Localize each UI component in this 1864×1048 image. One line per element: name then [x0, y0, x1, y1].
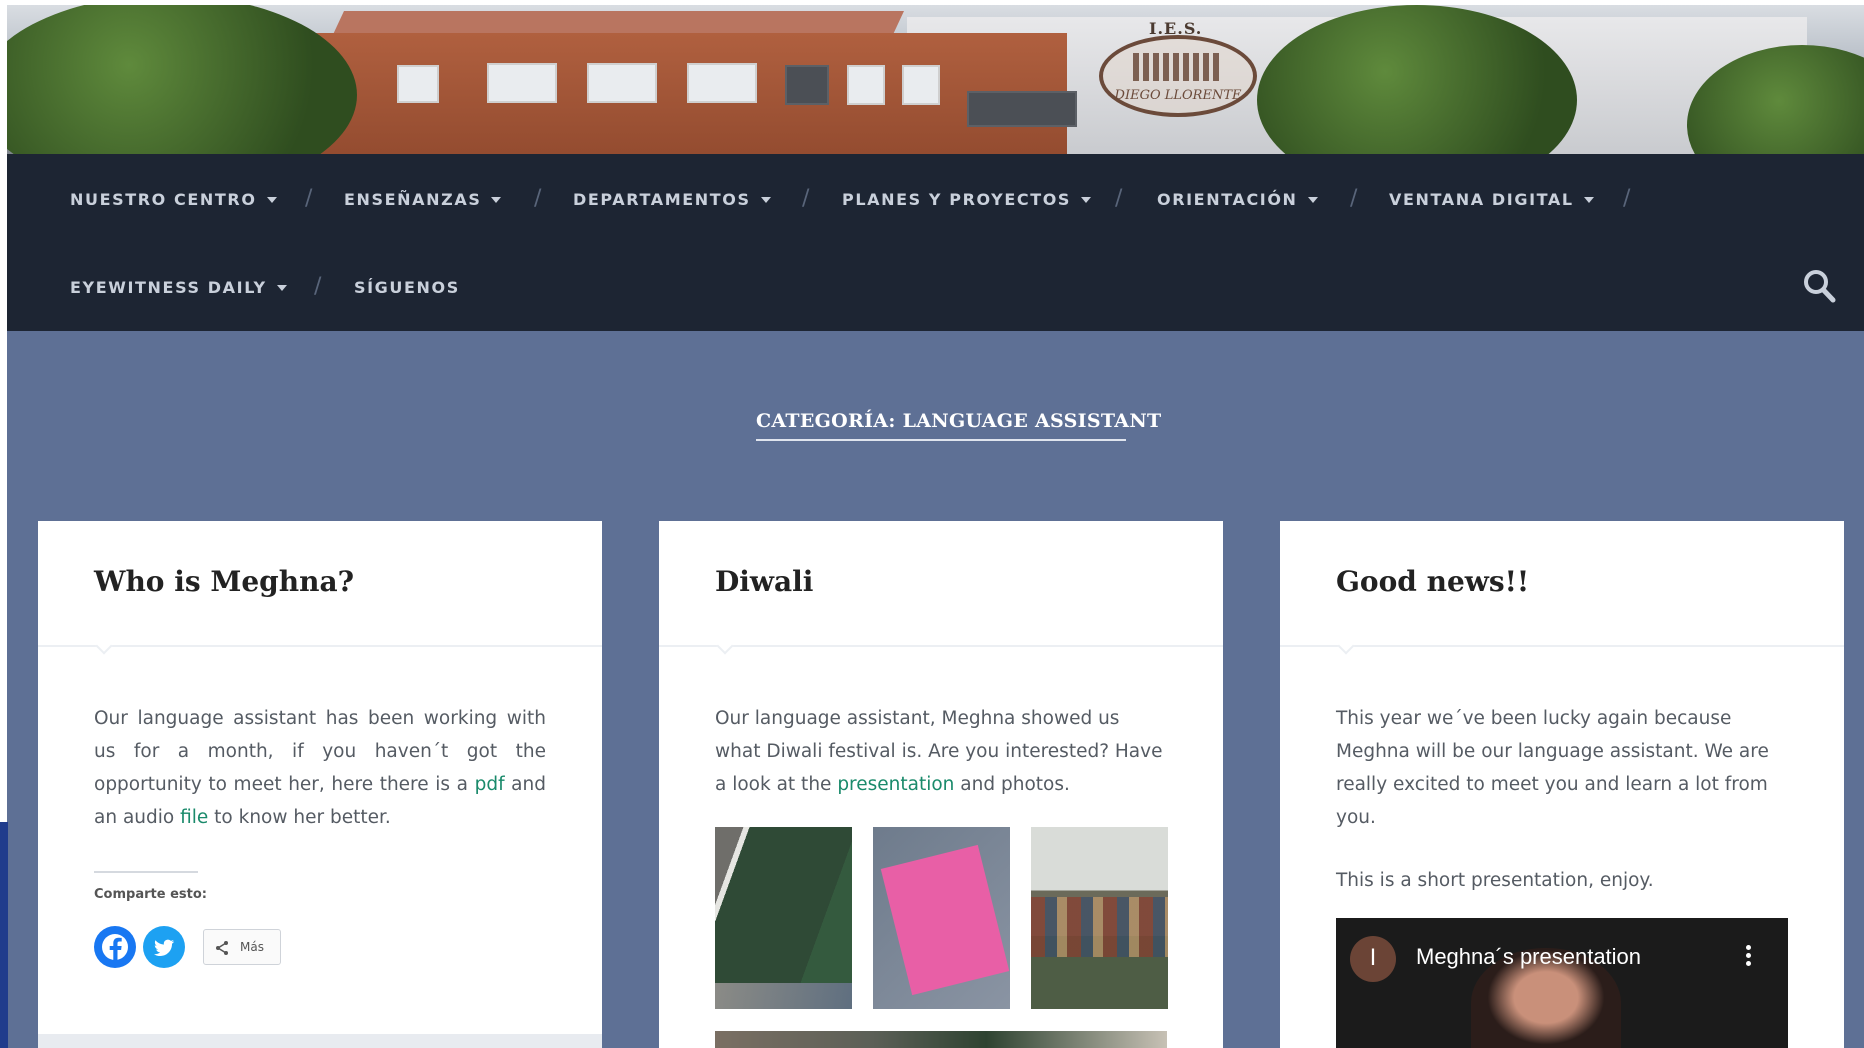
post-title[interactable]: Who is Meghna? — [94, 565, 354, 598]
banner-window — [847, 65, 885, 105]
post-card-diwali: Diwali Our language assistant, Meghna sh… — [659, 521, 1223, 1048]
photo-students — [1031, 897, 1168, 957]
card-divider — [1280, 645, 1844, 647]
nav-item-label: EYEWITNESS DAILY — [70, 278, 267, 297]
nav-item-label: NUESTRO CENTRO — [70, 190, 257, 209]
caret-down-icon — [266, 196, 277, 203]
caret-down-icon — [491, 196, 502, 203]
twitter-icon — [154, 939, 174, 956]
card-divider — [659, 645, 1223, 647]
nav-item-eyewitness-daily[interactable]: EYEWITNESS DAILY — [70, 276, 287, 300]
nav-separator: / — [1115, 186, 1123, 211]
nav-separator: / — [1623, 186, 1631, 211]
nav-separator: / — [1350, 186, 1358, 211]
photo-thumbnail-blackboard[interactable] — [715, 827, 852, 1009]
caret-down-icon — [1307, 196, 1318, 203]
share-icon — [216, 941, 228, 955]
banner-window — [967, 91, 1077, 127]
post-excerpt: Our language assistant has been working … — [94, 702, 546, 834]
nav-item-label: ORIENTACIÓN — [1157, 190, 1298, 209]
category-title: CATEGORÍA: LANGUAGE ASSISTANT — [756, 410, 1162, 432]
presentation-link[interactable]: presentation — [837, 774, 954, 795]
post-text: to know her better. — [208, 807, 391, 828]
more-share-label: Más — [240, 940, 264, 954]
banner-window — [587, 63, 657, 103]
photo-floor — [715, 983, 852, 1009]
post-text: and photos. — [954, 774, 1070, 795]
photo-pink-card — [880, 844, 1010, 996]
header-banner-image[interactable]: I.E.S. DIEGO LLORENTE — [7, 5, 1864, 154]
channel-avatar[interactable]: I — [1350, 936, 1396, 982]
caret-down-icon — [1583, 196, 1594, 203]
nav-item-label: PLANES Y PROYECTOS — [842, 190, 1072, 209]
banner-window — [487, 63, 557, 103]
category-title-underline — [756, 439, 1126, 441]
nav-item-label: VENTANA DIGITAL — [1389, 190, 1574, 209]
caret-down-icon — [1081, 196, 1092, 203]
nav-separator: / — [534, 186, 542, 211]
photo-thumbnail-partial[interactable] — [715, 1031, 1167, 1048]
banner-window — [397, 65, 439, 103]
nav-separator: / — [305, 186, 313, 211]
nav-item-departamentos[interactable]: DEPARTAMENTOS — [573, 188, 771, 212]
logo-building-icon — [1133, 53, 1223, 81]
post-title[interactable]: Good news!! — [1336, 565, 1529, 598]
photo-thumbnail-classroom[interactable] — [1031, 827, 1168, 1009]
search-icon[interactable] — [1802, 268, 1836, 304]
post-card-good-news: Good news!! This year we´ve been lucky a… — [1280, 521, 1844, 1048]
more-share-button[interactable]: Más — [203, 929, 281, 965]
pdf-link[interactable]: pdf — [475, 774, 505, 795]
nav-item-planes-y-proyectos[interactable]: PLANES Y PROYECTOS — [842, 188, 1092, 212]
nav-item-label: SÍGUENOS — [354, 278, 460, 297]
video-title[interactable]: Meghna´s presentation — [1416, 944, 1641, 970]
card-divider-notch — [1337, 637, 1355, 655]
caret-down-icon — [760, 196, 771, 203]
banner-window — [687, 63, 757, 103]
school-logo: DIEGO LLORENTE — [1099, 35, 1257, 117]
share-label: Comparte esto: — [94, 887, 207, 902]
banner-window — [902, 65, 940, 105]
caret-down-icon — [276, 284, 287, 291]
left-edge-decoration — [0, 822, 8, 1048]
banner-tree — [7, 5, 357, 154]
post-title[interactable]: Diwali — [715, 565, 813, 598]
more-vert-icon[interactable] — [1738, 942, 1758, 972]
card-divider-notch — [95, 637, 113, 655]
nav-item-label: ENSEÑANZAS — [344, 190, 482, 209]
logo-name-text: DIEGO LLORENTE — [1114, 88, 1242, 103]
twitter-share-button[interactable] — [143, 926, 185, 968]
facebook-share-button[interactable] — [94, 926, 136, 968]
audio-file-link[interactable]: file — [180, 807, 208, 828]
nav-item-label: DEPARTAMENTOS — [573, 190, 751, 209]
post-excerpt: Our language assistant, Meghna showed us… — [715, 702, 1167, 801]
post-excerpt-second: This is a short presentation, enjoy. — [1336, 870, 1654, 891]
card-divider-notch — [716, 637, 734, 655]
facebook-icon — [102, 934, 128, 961]
share-divider — [94, 871, 198, 873]
main-navigation: NUESTRO CENTRO / ENSEÑANZAS / DEPARTAMEN… — [7, 154, 1864, 331]
nav-item-siguenos[interactable]: SÍGUENOS — [354, 276, 460, 300]
banner-window — [785, 65, 829, 105]
card-footer — [38, 1034, 602, 1048]
post-card-who-is-meghna: Who is Meghna? Our language assistant ha… — [38, 521, 602, 1048]
card-divider — [38, 645, 602, 647]
nav-item-ensenanzas[interactable]: ENSEÑANZAS — [344, 188, 502, 212]
nav-item-ventana-digital[interactable]: VENTANA DIGITAL — [1389, 188, 1594, 212]
nav-separator: / — [802, 186, 810, 211]
post-excerpt: This year we´ve been lucky again because… — [1336, 708, 1769, 828]
photo-thumbnail-pink-card[interactable] — [873, 827, 1010, 1009]
nav-separator: / — [314, 274, 322, 299]
youtube-video-embed[interactable]: I Meghna´s presentation — [1336, 918, 1788, 1048]
nav-item-orientacion[interactable]: ORIENTACIÓN — [1157, 188, 1318, 212]
nav-item-nuestro-centro[interactable]: NUESTRO CENTRO — [70, 188, 277, 212]
